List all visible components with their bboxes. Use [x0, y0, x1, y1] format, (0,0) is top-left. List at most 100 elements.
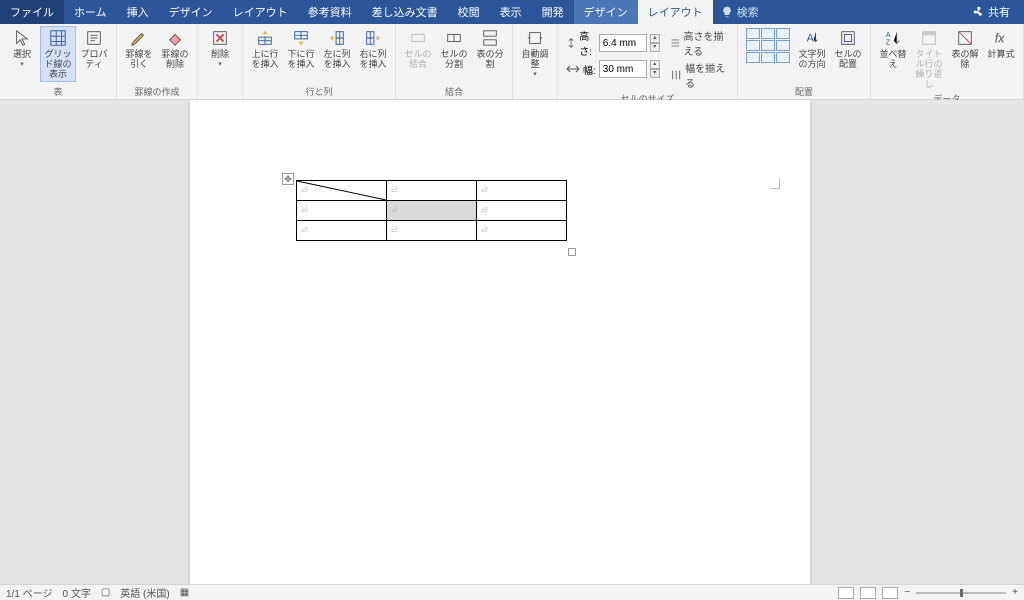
sort-button[interactable]: AZ 並べ替え: [875, 26, 911, 72]
tab-design[interactable]: デザイン: [159, 0, 223, 24]
pencil-icon: [130, 29, 148, 47]
table[interactable]: ⏎⏎⏎ ⏎⏎⏎ ⏎⏎⏎: [296, 180, 567, 241]
height-down[interactable]: ▾: [650, 43, 660, 52]
split-table-button[interactable]: 表の分割: [472, 26, 508, 72]
status-bar: 1/1 ページ 0 文字 ▢ 英語 (米国) ▦ − +: [0, 584, 1024, 600]
table-resize-handle[interactable]: [568, 248, 576, 256]
group-merge: セルの結合 セルの分割 表の分割 結合: [396, 24, 513, 99]
autofit-button[interactable]: 自動調整▾: [517, 26, 553, 80]
tab-insert[interactable]: 挿入: [117, 0, 159, 24]
view-read-button[interactable]: [838, 587, 854, 599]
cell-margins-icon: [839, 29, 857, 47]
distribute-rows-button[interactable]: 高さを揃える: [670, 28, 729, 58]
insert-left-button[interactable]: 左に列を挿入: [319, 26, 355, 72]
delete-button[interactable]: 削除▾: [202, 26, 238, 71]
zoom-thumb[interactable]: [960, 589, 963, 597]
tab-layout[interactable]: レイアウト: [223, 0, 298, 24]
tab-table-layout[interactable]: レイアウト: [638, 0, 713, 24]
convert-icon: [956, 29, 974, 47]
convert-button[interactable]: 表の解除: [947, 26, 983, 72]
status-language[interactable]: 英語 (米国): [120, 585, 169, 600]
table-row: ⏎⏎⏎: [297, 221, 567, 241]
text-direction-button[interactable]: A 文字列の方向: [794, 26, 830, 72]
repeat-icon: [920, 29, 938, 47]
table-cell[interactable]: ⏎: [387, 221, 477, 241]
table-cell[interactable]: ⏎: [477, 201, 567, 221]
table-cell[interactable]: ⏎: [387, 181, 477, 201]
share-button[interactable]: 共有: [964, 0, 1018, 24]
insert-right-icon: [364, 29, 382, 47]
insert-below-icon: [292, 29, 310, 47]
status-words[interactable]: 0 文字: [62, 585, 90, 600]
width-input[interactable]: [599, 60, 647, 78]
repeat-header-button: タイトル行の繰り返し: [911, 26, 947, 92]
insert-right-button[interactable]: 右に列を挿入: [355, 26, 391, 72]
width-icon: [566, 62, 580, 76]
table-cell-selected[interactable]: ⏎: [387, 201, 477, 221]
split-cells-button[interactable]: セルの分割: [436, 26, 472, 72]
formula-button[interactable]: fx 計算式: [983, 26, 1019, 62]
height-input[interactable]: [599, 34, 647, 52]
draw-border-button[interactable]: 罫線を引く: [121, 26, 157, 72]
table-row: ⏎⏎⏎: [297, 201, 567, 221]
view-web-button[interactable]: [882, 587, 898, 599]
dist-cols-icon: [670, 68, 682, 82]
document-area[interactable]: ✥ ⏎⏎⏎ ⏎⏎⏎ ⏎⏎⏎: [0, 100, 1024, 584]
tab-home[interactable]: ホーム: [64, 0, 117, 24]
group-autofit: 自動調整▾: [513, 24, 558, 99]
sort-icon: AZ: [884, 29, 902, 47]
alignment-grid[interactable]: [746, 28, 790, 63]
select-button[interactable]: 選択▾: [4, 26, 40, 71]
search-box[interactable]: 検索: [713, 0, 767, 24]
formula-icon: fx: [992, 29, 1010, 47]
grid-icon: [49, 29, 67, 47]
eraser-icon: [166, 29, 184, 47]
tab-mailings[interactable]: 差し込み文書: [362, 0, 448, 24]
text-direction-icon: A: [803, 29, 821, 47]
group-label-table: 表: [4, 85, 112, 99]
svg-text:Z: Z: [886, 37, 891, 46]
table-cell[interactable]: ⏎: [297, 201, 387, 221]
search-placeholder: 検索: [737, 4, 759, 20]
merge-icon: [409, 29, 427, 47]
table-cell[interactable]: ⏎: [477, 221, 567, 241]
group-alignment: A 文字列の方向 セルの配置 配置: [738, 24, 871, 99]
insert-above-icon: [256, 29, 274, 47]
width-label: 幅:: [583, 62, 596, 77]
tab-table-design[interactable]: デザイン: [574, 0, 638, 24]
table-cell[interactable]: ⏎: [297, 221, 387, 241]
zoom-in-button[interactable]: +: [1012, 587, 1018, 598]
zoom-out-button[interactable]: −: [904, 587, 910, 598]
insert-above-button[interactable]: 上に行を挿入: [247, 26, 283, 72]
tab-review[interactable]: 校閲: [448, 0, 490, 24]
table-move-handle[interactable]: ✥: [282, 173, 294, 185]
status-page[interactable]: 1/1 ページ: [6, 585, 52, 600]
group-delete: 削除▾: [198, 24, 243, 99]
height-up[interactable]: ▴: [650, 34, 660, 43]
erase-border-button[interactable]: 罫線の削除: [157, 26, 193, 72]
insert-below-button[interactable]: 下に行を挿入: [283, 26, 319, 72]
tab-developer[interactable]: 開発: [532, 0, 574, 24]
status-proof-icon[interactable]: ▢: [101, 587, 110, 598]
status-macro-icon[interactable]: ▦: [180, 587, 189, 598]
width-down[interactable]: ▾: [650, 69, 660, 78]
group-label-draw: 罫線の作成: [121, 85, 193, 99]
dist-rows-icon: [670, 36, 681, 50]
properties-icon: [85, 29, 103, 47]
properties-button[interactable]: プロパティ: [76, 26, 112, 72]
table-cell[interactable]: ⏎: [477, 181, 567, 201]
zoom-slider[interactable]: [916, 592, 1006, 594]
gridlines-button[interactable]: グリッド線の表示: [40, 26, 76, 82]
width-up[interactable]: ▴: [650, 60, 660, 69]
table-cell[interactable]: ⏎: [297, 181, 387, 201]
delete-icon: [211, 29, 229, 47]
tab-view[interactable]: 表示: [490, 0, 532, 24]
lightbulb-icon: [721, 6, 733, 18]
tab-file[interactable]: ファイル: [0, 0, 64, 24]
tab-references[interactable]: 参考資料: [298, 0, 362, 24]
distribute-cols-button[interactable]: 幅を揃える: [670, 60, 729, 90]
view-print-button[interactable]: [860, 587, 876, 599]
table-row: ⏎⏎⏎: [297, 181, 567, 201]
cell-margins-button[interactable]: セルの配置: [830, 26, 866, 72]
group-rows-cols: 上に行を挿入 下に行を挿入 左に列を挿入 右に列を挿入 行と列: [243, 24, 396, 99]
